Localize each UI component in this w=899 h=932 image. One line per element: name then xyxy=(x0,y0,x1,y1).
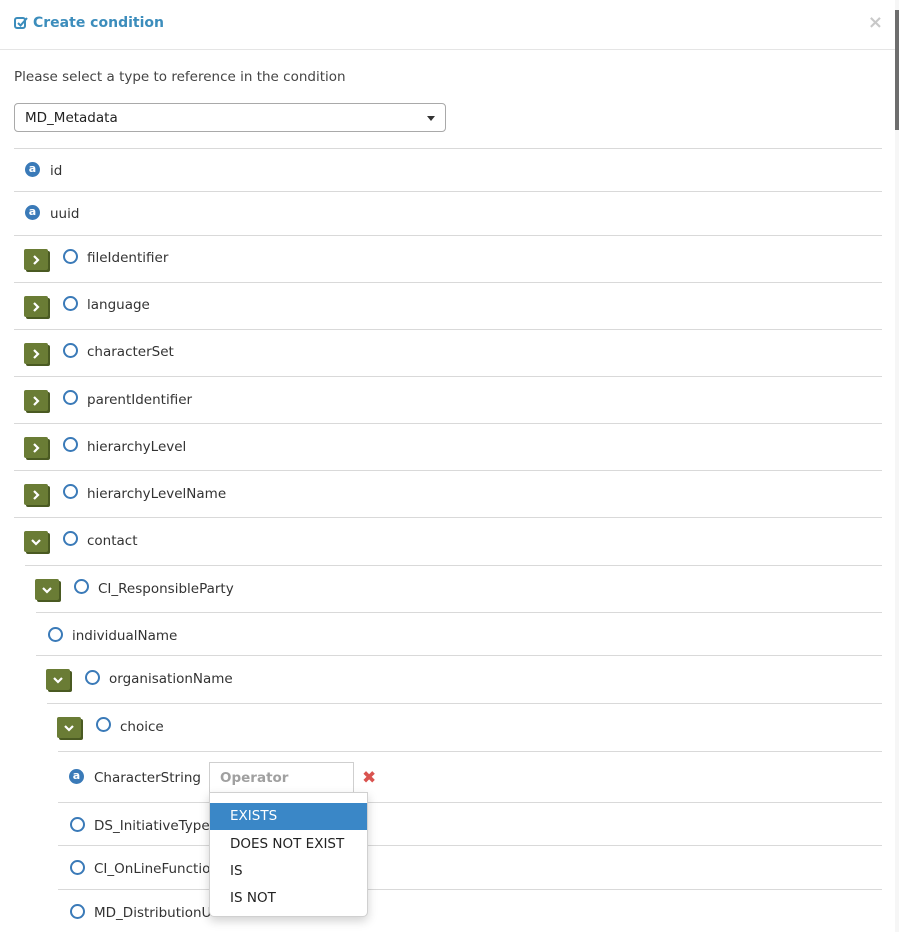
chevron-right-icon xyxy=(33,255,40,265)
tree-node-ds-initiativetype[interactable]: DS_InitiativeTypeC xyxy=(58,802,882,845)
tree-node-label: DS_InitiativeTypeC xyxy=(94,818,220,834)
remove-icon[interactable]: ✖ xyxy=(362,768,376,788)
collapse-toggle[interactable] xyxy=(46,669,70,690)
operator-option-exists[interactable]: EXISTS xyxy=(210,803,367,830)
tree-node-ci-onlinefunction[interactable]: CI_OnLineFunction xyxy=(58,845,882,889)
operator-option-is[interactable]: IS xyxy=(210,858,367,885)
element-icon xyxy=(63,484,78,499)
tree-node-fileidentifier[interactable]: fileIdentifier xyxy=(14,235,882,282)
operator-option-does-not-exist[interactable]: DOES NOT EXIST xyxy=(210,831,367,858)
scrollbar-thumb[interactable] xyxy=(895,10,899,130)
chevron-down-icon xyxy=(53,677,63,684)
tree-node-hierarchylevel[interactable]: hierarchyLevel xyxy=(14,423,882,470)
tree-node-organisationname[interactable]: organisationName xyxy=(36,655,882,703)
chevron-down-icon xyxy=(31,539,41,546)
attribute-icon: a xyxy=(25,205,40,220)
close-button[interactable]: × xyxy=(868,13,883,33)
expand-toggle[interactable] xyxy=(24,390,48,411)
tree-node-label: organisationName xyxy=(109,671,233,687)
scrollbar[interactable] xyxy=(895,0,899,932)
tree-node-label: MD_DistributionU xyxy=(94,905,212,921)
chevron-right-icon xyxy=(33,302,40,312)
collapse-toggle[interactable] xyxy=(35,579,59,600)
tree-node-label: individualName xyxy=(72,628,178,644)
dialog-title: Create condition xyxy=(14,15,164,31)
tree-node-label: CI_ResponsibleParty xyxy=(98,581,234,597)
tree-node-label: CI_OnLineFunction xyxy=(94,861,219,877)
element-icon xyxy=(70,860,85,875)
element-icon xyxy=(85,670,100,685)
element-icon xyxy=(63,296,78,311)
element-icon xyxy=(70,904,85,919)
tree-node-characterstring[interactable]: a CharacterString xyxy=(58,751,882,802)
element-icon xyxy=(74,579,89,594)
tree-node-label: language xyxy=(87,297,150,313)
type-select-value: MD_Metadata xyxy=(25,110,118,126)
attribute-icon: a xyxy=(25,162,40,177)
chevron-right-icon xyxy=(33,349,40,359)
tree-node-hierarchylevelname[interactable]: hierarchyLevelName xyxy=(14,470,882,517)
checkbox-edit-icon xyxy=(14,17,28,29)
element-icon xyxy=(96,717,111,732)
operator-input[interactable]: Operator xyxy=(209,762,354,793)
tree-node-label: id xyxy=(50,163,63,179)
caret-down-icon xyxy=(427,116,435,121)
tree-node-language[interactable]: language xyxy=(14,282,882,329)
chevron-right-icon xyxy=(33,396,40,406)
tree-node-label: CharacterString xyxy=(94,770,201,786)
expand-toggle[interactable] xyxy=(24,249,48,270)
tree-node-ci-responsibleparty[interactable]: CI_ResponsibleParty xyxy=(25,565,882,612)
tree-node-label: uuid xyxy=(50,206,80,222)
create-condition-dialog: Create condition × Please select a type … xyxy=(0,0,899,932)
tree-node-label: hierarchyLevel xyxy=(87,439,187,455)
element-icon xyxy=(63,437,78,452)
expand-toggle[interactable] xyxy=(24,296,48,317)
expand-toggle[interactable] xyxy=(24,484,48,505)
collapse-toggle[interactable] xyxy=(24,531,48,552)
chevron-down-icon xyxy=(42,587,52,594)
chevron-right-icon xyxy=(33,443,40,453)
expand-toggle[interactable] xyxy=(24,343,48,364)
tree-node-parentidentifier[interactable]: parentIdentifier xyxy=(14,376,882,423)
operator-option-is-not[interactable]: IS NOT xyxy=(210,885,367,912)
tree-node-label: fileIdentifier xyxy=(87,250,169,266)
operator-placeholder: Operator xyxy=(220,770,289,786)
element-icon xyxy=(70,817,85,832)
element-icon xyxy=(63,390,78,405)
attribute-icon: a xyxy=(69,769,84,784)
type-prompt: Please select a type to reference in the… xyxy=(14,69,346,85)
collapse-toggle[interactable] xyxy=(57,717,81,738)
tree-node-choice[interactable]: choice xyxy=(47,703,882,751)
dialog-title-text: Create condition xyxy=(33,15,164,31)
operator-dropdown: EXISTS DOES NOT EXIST IS IS NOT xyxy=(209,792,368,917)
tree-node-label: parentIdentifier xyxy=(87,392,193,408)
element-icon xyxy=(63,343,78,358)
chevron-down-icon xyxy=(64,725,74,732)
expand-toggle[interactable] xyxy=(24,437,48,458)
tree-node-label: hierarchyLevelName xyxy=(87,486,227,502)
tree-node-label: choice xyxy=(120,719,164,735)
tree-node-characterset[interactable]: characterSet xyxy=(14,329,882,376)
chevron-right-icon xyxy=(33,490,40,500)
tree-node-id[interactable]: a id xyxy=(14,148,882,191)
type-select[interactable]: MD_Metadata xyxy=(14,103,446,132)
tree-node-label: contact xyxy=(87,533,138,549)
element-icon xyxy=(48,627,63,642)
tree-node-label: characterSet xyxy=(87,344,174,360)
element-icon xyxy=(63,531,78,546)
tree-node-md-distribution[interactable]: MD_DistributionU xyxy=(58,889,882,932)
tree-node-contact[interactable]: contact xyxy=(14,517,882,565)
tree-node-uuid[interactable]: a uuid xyxy=(14,191,882,235)
tree-node-individualname[interactable]: individualName xyxy=(36,612,882,655)
element-icon xyxy=(63,249,78,264)
dialog-header: Create condition × xyxy=(0,0,895,50)
